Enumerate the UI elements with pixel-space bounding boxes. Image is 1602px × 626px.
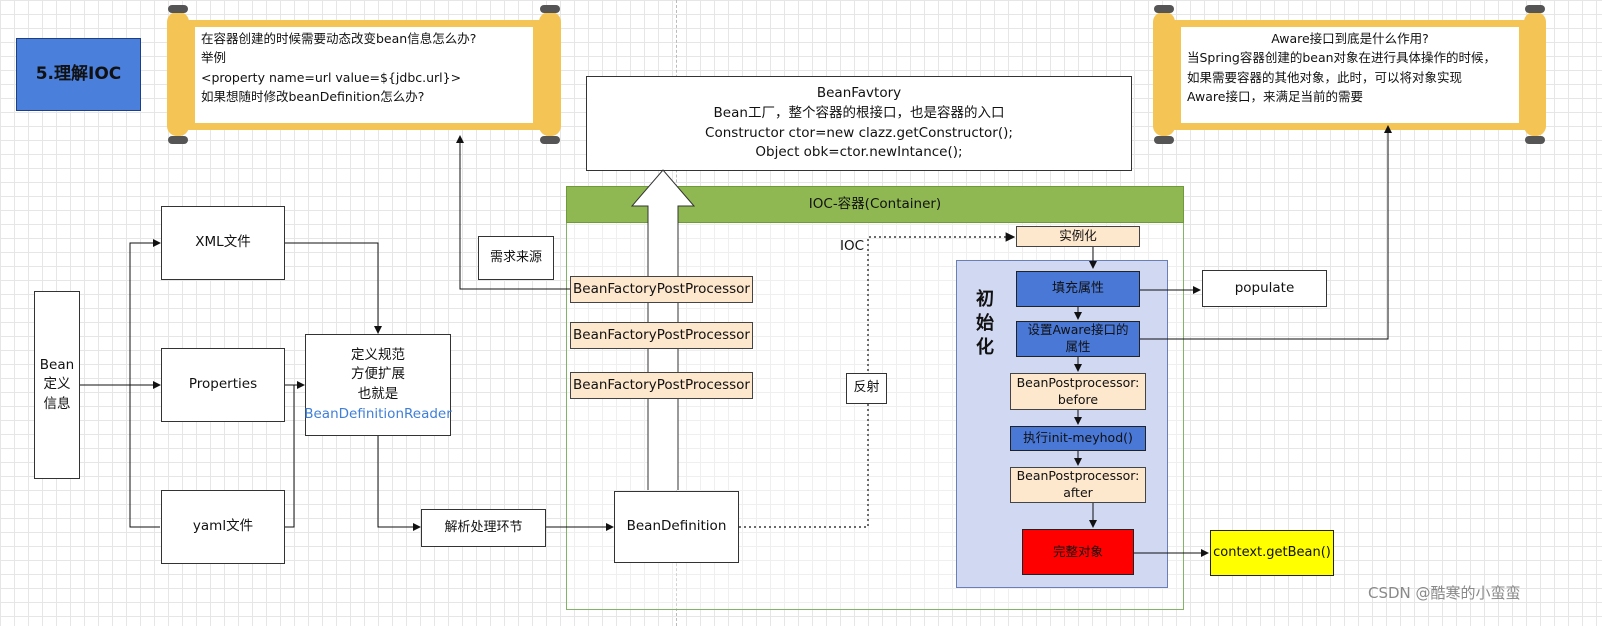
- bean-info-line: 定义: [43, 376, 71, 393]
- xml-file-box: XML文件: [161, 206, 285, 280]
- bean-postprocessor-after-box: BeanPostprocessor: after: [1010, 467, 1146, 503]
- reader-link: BeanDefinitionReader: [304, 405, 452, 422]
- wire-xml-to-reader: [285, 242, 382, 334]
- aware-line: 设置Aware接口的: [1027, 322, 1129, 338]
- bean-factory-post-processor-1: BeanFactoryPostProcessor: [570, 276, 753, 303]
- bean-definition-reader-box: 定义规范 方便扩展 也就是 BeanDefinitionReader: [304, 334, 452, 436]
- set-aware-box: 设置Aware接口的 属性: [1016, 321, 1140, 357]
- bpp-after-line: after: [1063, 485, 1093, 500]
- reader-line: 方便扩展: [351, 366, 405, 383]
- parse-box: 解析处理环节: [421, 509, 546, 547]
- properties-box: Properties: [161, 348, 285, 422]
- wire-reader-to-parse: [377, 436, 421, 531]
- bpp-before-line: BeanPostprocessor:: [1016, 374, 1140, 390]
- bean-factory-post-processor-2: BeanFactoryPostProcessor: [570, 322, 753, 349]
- watermark: CSDN @酷寒的小蛮蛮: [1368, 584, 1521, 602]
- bean-factory-post-processor-3: BeanFactoryPostProcessor: [570, 372, 753, 399]
- ioc-label: IOC: [840, 238, 865, 254]
- context-getbean-box: context.getBean(): [1210, 530, 1334, 576]
- wire-bean-to-xml: [80, 239, 161, 386]
- aware-line: 属性: [1065, 339, 1091, 354]
- bpp-after-line: BeanPostprocessor:: [1016, 468, 1140, 484]
- wire-aware-to-note: [1140, 125, 1392, 340]
- bean-postprocessor-before-box: BeanPostprocessor: before: [1010, 373, 1146, 410]
- wire-bean-to-yaml: [129, 385, 160, 528]
- bean-definition-box: BeanDefinition: [614, 491, 739, 563]
- yaml-file-box: yaml文件: [161, 490, 285, 564]
- reflect-box: 反射: [846, 373, 887, 404]
- bpp-before-line: before: [1057, 391, 1099, 407]
- reader-line: 也就是: [357, 386, 399, 402]
- bean-info-line: 信息: [43, 395, 71, 412]
- populate-box: populate: [1202, 270, 1327, 307]
- instantiate-box: 实例化: [1016, 226, 1140, 247]
- complete-object-box: 完整对象: [1022, 529, 1134, 575]
- bean-info-line: Bean: [39, 356, 75, 373]
- wire-yaml-to-reader: [285, 385, 295, 528]
- fill-attributes-box: 填充属性: [1016, 271, 1140, 307]
- demand-source-box: 需求来源: [478, 236, 554, 280]
- bean-definition-info-box: Bean 定义 信息: [34, 291, 80, 479]
- init-method-box: 执行init-meyhod(): [1010, 426, 1146, 451]
- reader-line: 定义规范: [351, 346, 405, 363]
